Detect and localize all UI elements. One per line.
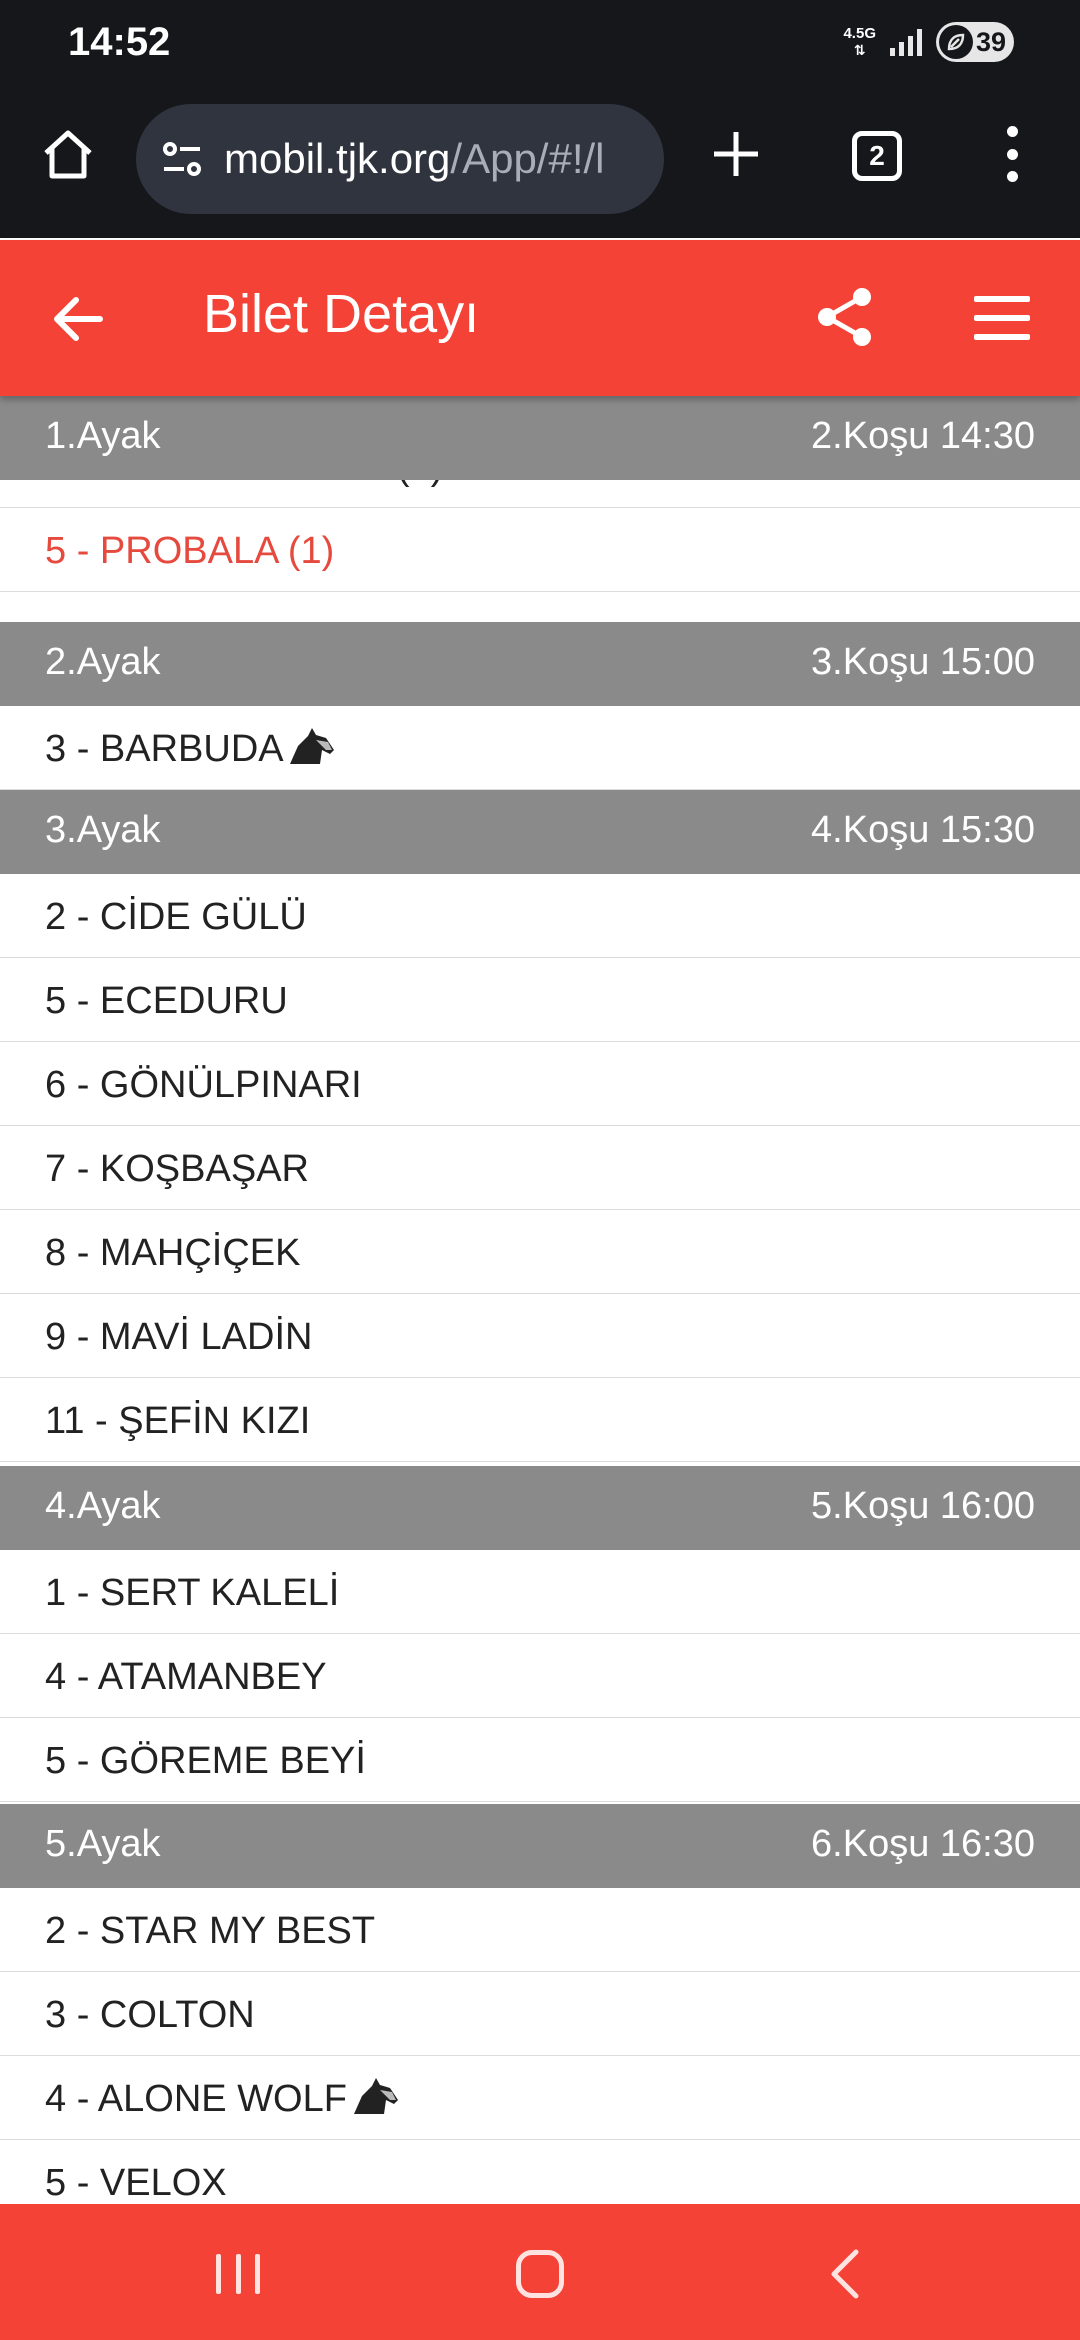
- system-back-button[interactable]: [826, 2248, 866, 2300]
- menu-line-icon: [974, 333, 1030, 340]
- network-type: 4.5G: [843, 25, 876, 42]
- leg-header: 3.Ayak 4.Koşu 15:30: [0, 790, 1080, 874]
- horse-label: 3 - COLTON: [45, 1994, 255, 2036]
- leg-name: 2.Ayak: [45, 641, 161, 683]
- data-arrows-icon: ⇅: [853, 42, 866, 58]
- leg-name: 4.Ayak: [45, 1485, 161, 1527]
- horse-head-icon: [354, 2078, 398, 2114]
- menu-line-icon: [974, 314, 1030, 321]
- list-item[interactable]: 6 - GÖNÜLPINARI: [0, 1042, 1080, 1126]
- hamburger-menu-button[interactable]: [974, 290, 1030, 346]
- browser-home-button[interactable]: [40, 126, 96, 182]
- list-item[interactable]: 4 - ATAMANBEY: [0, 1634, 1080, 1718]
- url-host: mobil.tjk.org: [224, 135, 451, 182]
- horse-label: 2 - CİDE GÜLÜ: [45, 896, 307, 938]
- leg-header: 2.Ayak 3.Koşu 15:00: [0, 622, 1080, 706]
- leg-header: 4.Ayak 5.Koşu 16:00: [0, 1466, 1080, 1550]
- list-item[interactable]: 11 - ŞEFİN KIZI: [0, 1378, 1080, 1462]
- share-button[interactable]: [814, 286, 876, 348]
- back-button[interactable]: [50, 290, 108, 348]
- leg-header: 1.Ayak 2.Koşu 14:30: [0, 396, 1080, 480]
- horse-label: 9 - MAVİ LADİN: [45, 1316, 313, 1358]
- horse-head-icon: [290, 728, 334, 764]
- list-item[interactable]: 1 - SERT KALELİ: [0, 1550, 1080, 1634]
- leg-name: 3.Ayak: [45, 809, 161, 851]
- status-time: 14:52: [68, 20, 171, 64]
- share-icon: [818, 288, 871, 346]
- race-info: 4.Koşu 15:30: [811, 809, 1035, 851]
- race-info: 6.Koşu 16:30: [811, 1823, 1035, 1865]
- race-info: 3.Koşu 15:00: [811, 641, 1035, 683]
- system-navigation-bar: [0, 2204, 1080, 2340]
- horse-label: 1 - SERT KALELİ: [45, 1572, 340, 1614]
- race-info: 2.Koşu 14:30: [811, 415, 1035, 457]
- list-item[interactable]: 9 - MAVİ LADİN: [0, 1294, 1080, 1378]
- recent-apps-icon: [255, 2254, 260, 2294]
- tab-switcher-button[interactable]: 2: [852, 131, 902, 181]
- horse-label: 4 - ATAMANBEY: [45, 1656, 327, 1698]
- horse-label: 5 - ECEDURU: [45, 980, 288, 1022]
- network-indicator: 4.5G ⇅: [843, 25, 876, 59]
- horse-label: 5 - VELOX: [45, 2162, 227, 2204]
- app-header: Bilet Detayı: [0, 240, 1080, 396]
- menu-line-icon: [974, 296, 1030, 303]
- plus-icon: [714, 132, 758, 176]
- list-item[interactable]: 5 - PROBALA (1): [0, 508, 1080, 592]
- page-title: Bilet Detayı: [203, 284, 480, 344]
- new-tab-button[interactable]: [710, 128, 762, 180]
- horse-label: 4 - ALONE WOLF: [45, 2078, 347, 2120]
- list-item[interactable]: 5 - VELOX: [0, 2140, 1080, 2204]
- battery-icon: 39: [936, 22, 1014, 62]
- leg-name: 1.Ayak: [45, 415, 161, 457]
- list-item[interactable]: 4 - ALONE WOLF: [0, 2056, 1080, 2140]
- address-bar[interactable]: mobil.tjk.org/App/#!/l: [136, 104, 664, 214]
- horse-label: 7 - KOŞBAŞAR: [45, 1148, 309, 1190]
- list-item[interactable]: 3 - COLTON: [0, 1972, 1080, 2056]
- browser-menu-button[interactable]: [1000, 126, 1024, 182]
- list-item[interactable]: 8 - MAHÇİÇEK: [0, 1210, 1080, 1294]
- more-dot-icon: [1006, 126, 1018, 137]
- power-saving-icon: [939, 25, 973, 59]
- horse-label: 5 - PROBALA (1): [45, 530, 335, 572]
- horse-label: 11 - ŞEFİN KIZI: [45, 1400, 311, 1442]
- system-home-button[interactable]: [516, 2250, 564, 2298]
- signal-icon: [890, 28, 922, 56]
- more-dot-icon: [1006, 171, 1018, 182]
- ticket-detail-list[interactable]: 2 - ORGANIZATION (3) 5 - PROBALA (1) 1.A…: [0, 396, 1080, 2204]
- arrow-left-icon: [54, 297, 103, 341]
- url-path: /App/#!/l: [450, 135, 605, 182]
- horse-label: 3 - BARBUDA: [45, 728, 284, 770]
- leg-header: 5.Ayak 6.Koşu 16:30: [0, 1804, 1080, 1888]
- url-text[interactable]: mobil.tjk.org/App/#!/l: [224, 135, 605, 183]
- race-info: 5.Koşu 16:00: [811, 1485, 1035, 1527]
- list-item[interactable]: 5 - GÖREME BEYİ: [0, 1718, 1080, 1802]
- battery-level: 39: [976, 26, 1007, 57]
- list-item[interactable]: 2 - STAR MY BEST: [0, 1888, 1080, 1972]
- list-item[interactable]: 7 - KOŞBAŞAR: [0, 1126, 1080, 1210]
- horse-label: 6 - GÖNÜLPINARI: [45, 1064, 362, 1106]
- site-settings-icon[interactable]: [158, 135, 206, 183]
- chevron-left-icon: [831, 2249, 859, 2299]
- leg-name: 5.Ayak: [45, 1823, 161, 1865]
- home-icon: [44, 130, 92, 179]
- recent-apps-button[interactable]: [216, 2254, 260, 2294]
- list-item[interactable]: 5 - ECEDURU: [0, 958, 1080, 1042]
- horse-label: 2 - STAR MY BEST: [45, 1910, 376, 1952]
- horse-label: 5 - GÖREME BEYİ: [45, 1740, 366, 1782]
- list-item[interactable]: 2 - CİDE GÜLÜ: [0, 874, 1080, 958]
- recent-apps-icon: [235, 2254, 241, 2294]
- status-bar: 14:52 4.5G ⇅ 39: [0, 0, 1080, 88]
- browser-toolbar: mobil.tjk.org/App/#!/l 2: [0, 88, 1080, 238]
- recent-apps-icon: [216, 2254, 221, 2294]
- list-item[interactable]: 3 - BARBUDA: [0, 706, 1080, 790]
- more-dot-icon: [1006, 148, 1018, 160]
- status-icons: 4.5G ⇅ 39: [843, 22, 1014, 62]
- horse-label: 8 - MAHÇİÇEK: [45, 1232, 301, 1274]
